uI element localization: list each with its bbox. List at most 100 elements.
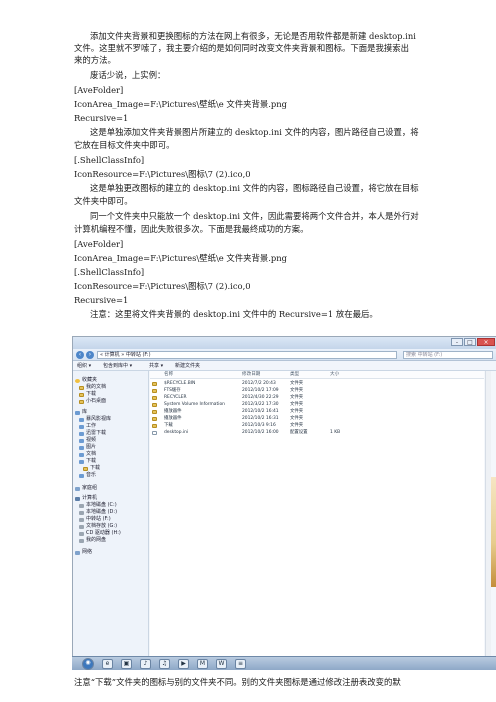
sidebar-item[interactable]: 暴风影视库 <box>79 416 111 423</box>
address-field[interactable]: « 计算机 » 中转站 (F:) <box>97 351 397 359</box>
paragraph-line: 这是单独添加文件夹背景图片所建立的 desktop.ini 文件的内容，图片路径… <box>90 127 419 137</box>
sidebar-item[interactable]: 计算机 <box>75 495 97 502</box>
sidebar-item[interactable]: 下载 <box>83 465 100 472</box>
new-folder-button[interactable]: 新建文件夹 <box>175 362 200 370</box>
sidebar-item-label: 文档存放 (G:) <box>86 523 118 529</box>
folder-icon <box>152 417 157 421</box>
sidebar-item[interactable]: 工作 <box>79 423 96 430</box>
taskbar-app-button[interactable]: ♪ <box>140 658 151 669</box>
paragraph-line: 它放在目标文件夹中即可。 <box>74 140 175 150</box>
code-line: [.ShellClassInfo] <box>74 155 145 165</box>
sidebar-item[interactable]: 本地磁盘 (D:) <box>79 509 117 516</box>
taskbar-app-button[interactable]: M <box>197 658 208 669</box>
column-size[interactable]: 大小 <box>330 372 339 378</box>
sidebar-item[interactable]: 图片 <box>79 444 96 451</box>
paragraph-line: 来的方法。 <box>74 55 116 65</box>
sidebar-item-label: 我的网盘 <box>86 537 107 543</box>
star-icon <box>75 378 80 383</box>
file-row[interactable]: FTS缓存 2012/10/2 17:09 文件夹 <box>150 388 484 394</box>
share-button[interactable]: 共享 ▾ <box>149 362 163 370</box>
file-name: 播放器件 <box>164 416 182 421</box>
organize-button[interactable]: 组织 ▾ <box>77 362 91 370</box>
sidebar-item-label: 迅雷下载 <box>86 430 107 436</box>
navigation-pane: 收藏夹 我的文档 下载 小石桌面库暴风影视库 工作 迅雷下载 视频 图片 文档 下载 下载 音乐 家庭组… <box>73 371 149 663</box>
file-name: RECYCLER <box>164 395 187 400</box>
drive-icon <box>79 538 84 543</box>
file-row[interactable]: System Volume Information 2012/3/22 17:30… <box>150 402 484 408</box>
sidebar-item[interactable]: 文档存放 (G:) <box>79 523 117 530</box>
sidebar-item-label: 库 <box>82 409 88 415</box>
sidebar-item-label: 中转站 (F:) <box>86 516 111 522</box>
column-date[interactable]: 修改日期 <box>242 372 260 378</box>
sidebar-item[interactable]: 下载 <box>79 458 96 465</box>
sidebar-item-label: 下载 <box>90 465 101 471</box>
file-row[interactable]: 播放器件 2012/10/2 16:31 文件夹 <box>150 416 484 422</box>
minimize-button[interactable]: - <box>451 338 463 346</box>
sidebar-item[interactable]: 迅雷下载 <box>79 430 106 437</box>
sidebar-item[interactable]: 小石桌面 <box>79 398 106 405</box>
file-date: 2012/4/30 22:29 <box>242 395 279 400</box>
sidebar-item[interactable]: 网络 <box>75 549 92 556</box>
file-row[interactable]: 下载 2012/10/3 9:16 文件夹 <box>150 423 484 429</box>
file-date: 2012/10/2 16:31 <box>242 416 279 421</box>
drive-icon <box>79 503 84 508</box>
sidebar-item[interactable]: 本地磁盘 (C:) <box>79 502 117 509</box>
code-line: [AveFolder] <box>74 85 124 95</box>
forward-arrow-icon[interactable]: › <box>86 351 94 359</box>
file-row[interactable]: $RECYCLE.BIN 2012/7/2 20:43 文件夹 <box>150 381 484 387</box>
file-list: 名称 修改日期 类型 大小 $RECYCLE.BIN 2012/7/2 20:43… <box>150 371 484 663</box>
taskbar-app-button[interactable]: ▣ <box>121 658 132 669</box>
file-date: 2012/10/2 17:09 <box>242 388 279 393</box>
lib-icon <box>79 445 84 450</box>
sidebar-item-label: 我的文档 <box>86 384 107 390</box>
document-page: 添加文件夹背景和更换图标的方法在网上有很多，无论是否用软件都是新建 deskto… <box>0 0 496 702</box>
taskbar-app-button[interactable]: ≡ <box>235 658 246 669</box>
taskbar-app-button[interactable]: e <box>102 658 113 669</box>
file-row[interactable]: desktop.ini 2012/10/2 16:00 配置设置 1 KB <box>150 430 484 436</box>
file-type: 文件夹 <box>290 395 304 400</box>
sidebar-item-label: 文档 <box>86 451 97 457</box>
code-line: IconResource=F:\Pictures\图标\7 (2).ico,0 <box>74 281 251 291</box>
lib-icon <box>79 473 84 478</box>
file-row[interactable]: RECYCLER 2012/4/30 22:29 文件夹 <box>150 395 484 401</box>
file-name: 下载 <box>164 423 173 428</box>
back-arrow-icon[interactable]: ‹ <box>76 351 84 359</box>
folder-icon <box>152 396 157 400</box>
column-type[interactable]: 类型 <box>290 372 299 378</box>
sidebar-item[interactable]: 视频 <box>79 437 96 444</box>
taskbar-app-button[interactable]: ▶ <box>178 658 189 669</box>
taskbar-app-button[interactable]: ♫ <box>159 658 170 669</box>
sidebar-item-label: 本地磁盘 (C:) <box>86 502 117 508</box>
file-name: desktop.ini <box>164 430 189 435</box>
file-row[interactable]: 播放器件 2012/10/2 16:41 文件夹 <box>150 409 484 415</box>
sidebar-item[interactable]: 音乐 <box>79 472 96 479</box>
file-type: 文件夹 <box>290 409 304 414</box>
sidebar-item[interactable]: 收藏夹 <box>75 377 97 384</box>
taskbar-app-button[interactable]: W <box>216 658 227 669</box>
code-line: Recursive=1 <box>74 113 129 123</box>
file-name: $RECYCLE.BIN <box>164 381 196 386</box>
sidebar-item-label: 图片 <box>86 444 97 450</box>
file-name: FTS缓存 <box>164 388 181 393</box>
sidebar-item[interactable]: 下载 <box>79 391 96 398</box>
sidebar-item[interactable]: 我的网盘 <box>79 537 106 544</box>
start-button[interactable]: ◉ <box>82 657 94 670</box>
column-header-row: 名称 修改日期 类型 大小 <box>150 371 484 379</box>
maximize-button[interactable]: □ <box>464 338 476 346</box>
sidebar-item[interactable]: CD 驱动器 (H:) <box>79 530 121 537</box>
include-in-library-button[interactable]: 包含到库中 ▾ <box>103 362 132 370</box>
sidebar-item[interactable]: 库 <box>75 409 87 416</box>
sidebar-item[interactable]: 家庭组 <box>75 485 97 492</box>
explorer-screenshot: - □ × ‹ › « 计算机 » 中转站 (F:) 搜索 中转站 (F:) 组… <box>72 336 496 670</box>
sidebar-item[interactable]: 文档 <box>79 451 96 458</box>
search-input[interactable]: 搜索 中转站 (F:) <box>403 351 493 359</box>
sidebar-item[interactable]: 我的文档 <box>79 384 106 391</box>
sidebar-item[interactable]: 中转站 (F:) <box>79 516 111 523</box>
folder-icon <box>83 466 88 471</box>
folder-icon <box>79 385 84 390</box>
paragraph-line: 注意“下载”文件夹的图标与别的文件夹不同。别的文件夹图标是通过修改注册表改变的默 <box>74 677 401 687</box>
column-name[interactable]: 名称 <box>164 372 173 378</box>
code-line: [.ShellClassInfo] <box>74 267 145 277</box>
folder-icon <box>152 382 157 386</box>
close-button[interactable]: × <box>477 338 495 346</box>
